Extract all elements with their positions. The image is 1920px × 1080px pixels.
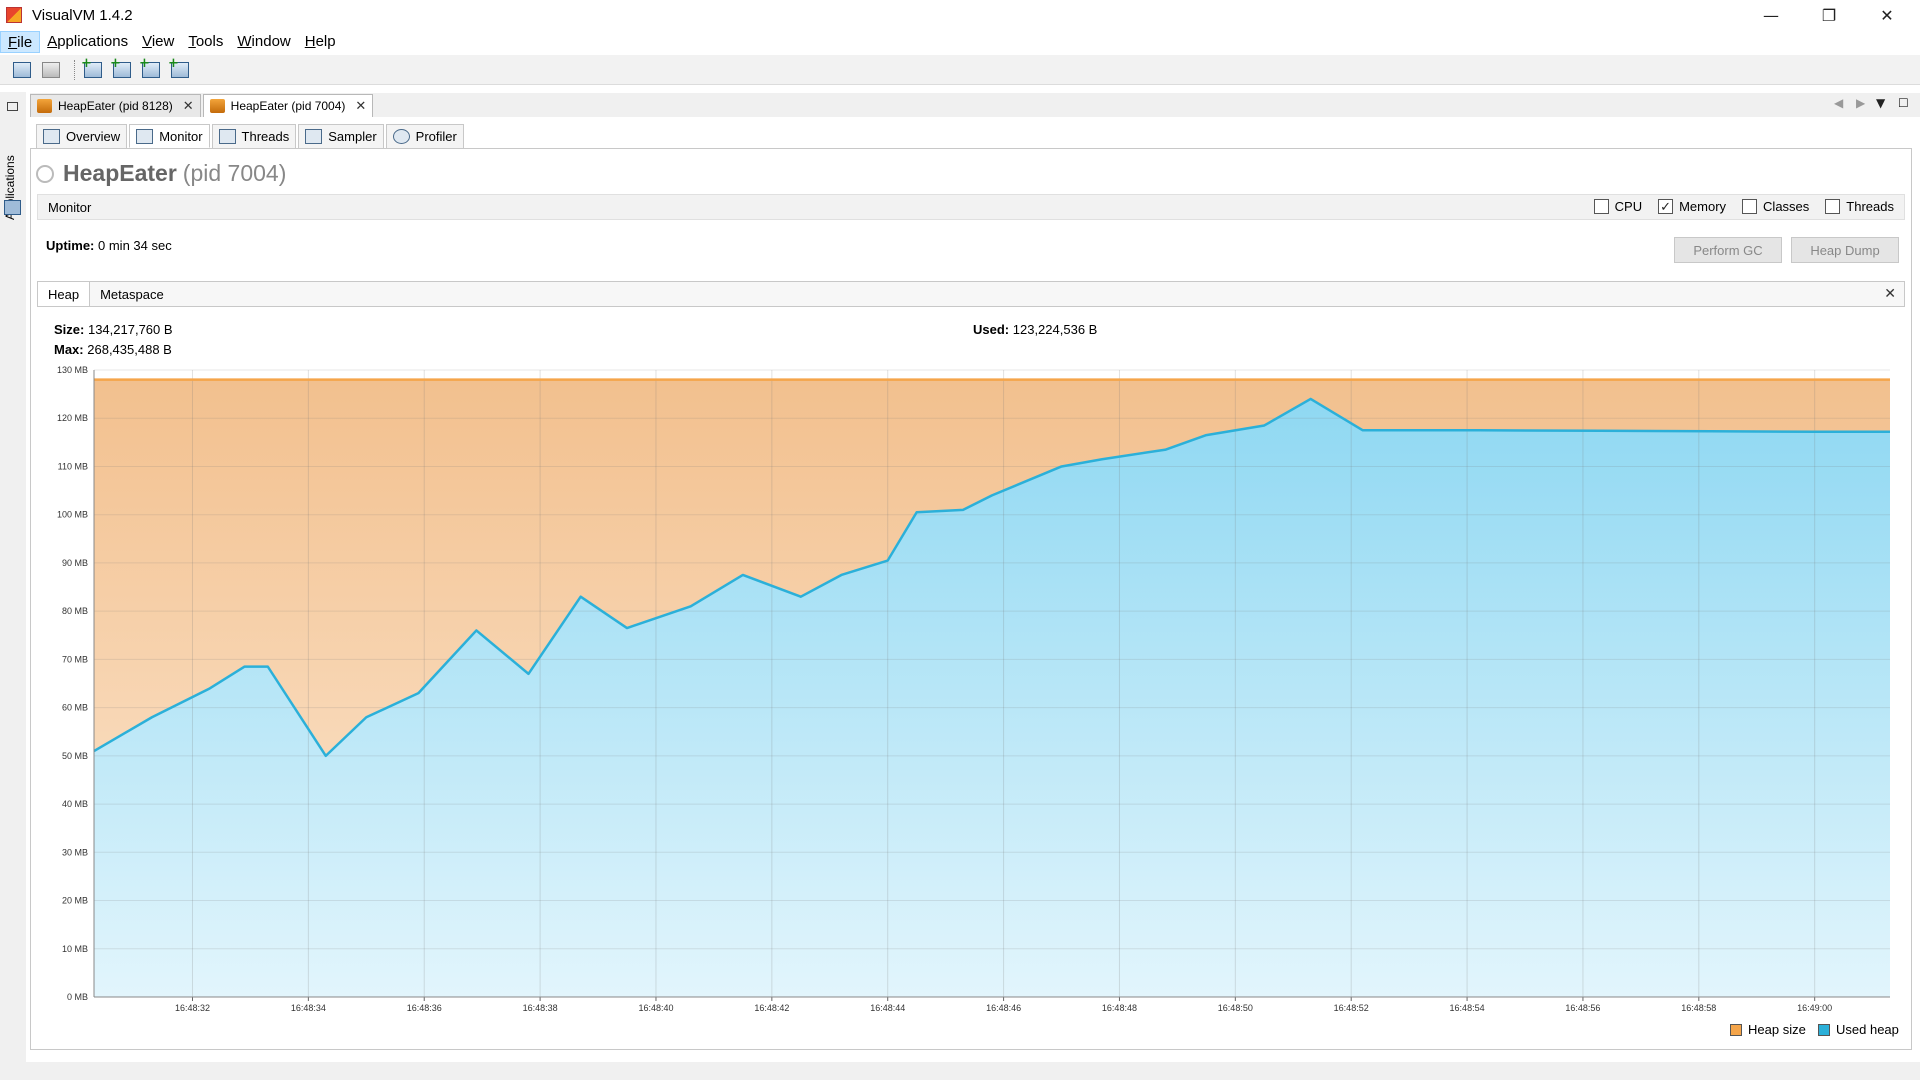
- y-tick-label: 30 MB: [62, 847, 88, 857]
- legend-swatch-heap-size: [1730, 1023, 1742, 1036]
- status-bar: [0, 1062, 1920, 1080]
- x-tick-label: 16:48:42: [754, 1003, 789, 1013]
- y-tick-label: 80 MB: [62, 606, 88, 616]
- legend-used-heap: Used heap: [1818, 1022, 1899, 1037]
- x-tick-label: 16:48:52: [1334, 1003, 1369, 1013]
- x-tick-label: 16:48:58: [1681, 1003, 1716, 1013]
- y-tick-label: 10 MB: [62, 944, 88, 954]
- x-tick-label: 16:48:56: [1565, 1003, 1600, 1013]
- y-tick-label: 120 MB: [57, 413, 88, 423]
- x-tick-label: 16:48:32: [175, 1003, 210, 1013]
- y-tick-label: 20 MB: [62, 896, 88, 906]
- x-tick-label: 16:48:34: [291, 1003, 326, 1013]
- y-tick-label: 130 MB: [57, 365, 88, 375]
- y-tick-label: 0 MB: [67, 992, 88, 1002]
- x-tick-label: 16:49:00: [1797, 1003, 1832, 1013]
- x-tick-label: 16:48:48: [1102, 1003, 1137, 1013]
- x-tick-label: 16:48:44: [870, 1003, 905, 1013]
- y-tick-label: 90 MB: [62, 558, 88, 568]
- y-tick-label: 110 MB: [58, 461, 88, 471]
- y-tick-label: 50 MB: [62, 751, 88, 761]
- y-tick-label: 100 MB: [57, 510, 88, 520]
- y-tick-label: 60 MB: [62, 703, 88, 713]
- x-tick-label: 16:48:38: [523, 1003, 558, 1013]
- y-tick-label: 70 MB: [62, 654, 88, 664]
- x-tick-label: 16:48:40: [638, 1003, 673, 1013]
- legend-label-heap-size: Heap size: [1748, 1022, 1806, 1037]
- legend-label-used-heap: Used heap: [1836, 1022, 1899, 1037]
- x-tick-label: 16:48:50: [1218, 1003, 1253, 1013]
- x-tick-label: 16:48:54: [1450, 1003, 1485, 1013]
- legend-heap-size: Heap size: [1730, 1022, 1806, 1037]
- heap-chart: 0 MB 10 MB 20 MB 30 MB 40 MB 50 MB 60 MB 70 MB 8…: [57, 365, 1890, 1013]
- x-tick-label: 16:48:36: [407, 1003, 442, 1013]
- y-tick-label: 40 MB: [62, 799, 88, 809]
- x-tick-label: 16:48:46: [986, 1003, 1021, 1013]
- legend-swatch-used-heap: [1818, 1023, 1830, 1036]
